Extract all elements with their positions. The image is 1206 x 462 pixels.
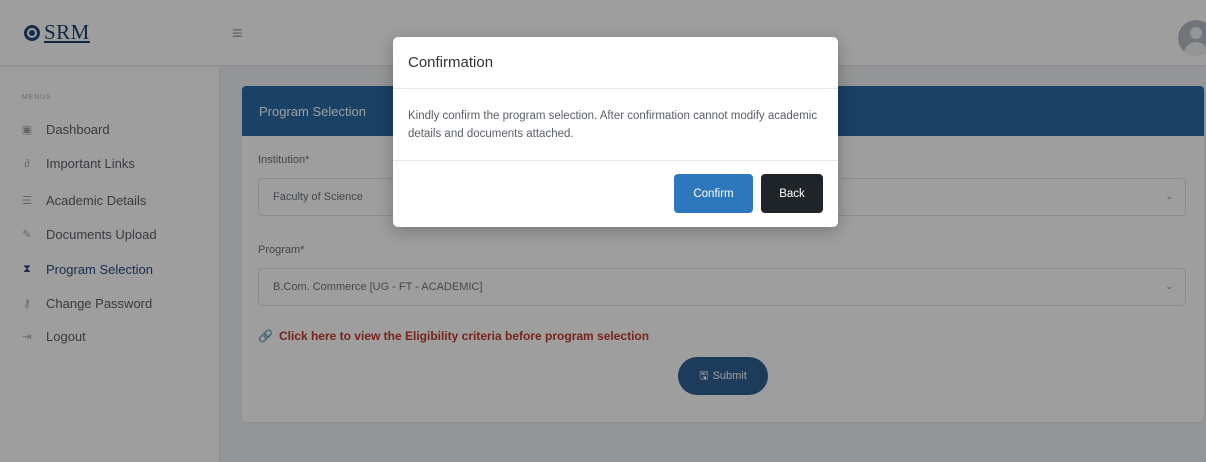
modal-divider xyxy=(393,88,838,89)
back-button[interactable]: Back xyxy=(761,174,823,213)
modal-title: Confirmation xyxy=(408,54,494,71)
modal-divider xyxy=(393,160,838,161)
confirm-button[interactable]: Confirm xyxy=(674,174,753,213)
confirmation-modal: Confirmation Kindly confirm the program … xyxy=(393,37,838,227)
modal-body-text: Kindly confirm the program selection. Af… xyxy=(408,110,818,140)
